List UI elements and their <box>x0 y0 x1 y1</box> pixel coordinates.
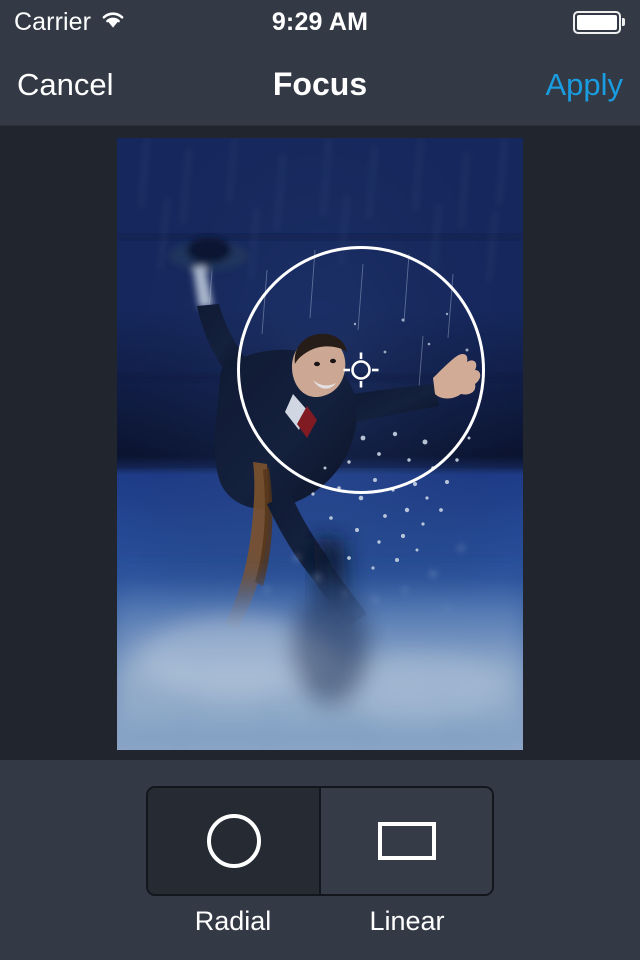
segment-radial[interactable] <box>148 788 319 894</box>
segment-label-linear: Linear <box>369 906 445 936</box>
battery-full-icon <box>572 0 625 44</box>
segment-label-radial: Radial <box>194 906 272 936</box>
focus-mode-segmented-control[interactable] <box>146 786 494 896</box>
apply-button[interactable]: Apply <box>545 44 623 125</box>
status-bar-clock: 9:29 AM <box>271 7 369 36</box>
focus-mode-toolbar: Radial Linear <box>0 760 640 960</box>
app-screen: Carrier 9:29 AM Cancel Focus Apply Radia… <box>0 0 640 960</box>
segment-linear[interactable] <box>319 788 492 894</box>
navigation-bar: Cancel Focus Apply <box>0 44 640 126</box>
circle-icon <box>206 814 261 868</box>
page-title: Focus <box>272 66 368 102</box>
crosshair-icon[interactable] <box>343 352 379 388</box>
rectangle-icon <box>377 822 436 860</box>
segment-label-row: Radial Linear <box>146 906 494 937</box>
status-bar: Carrier 9:29 AM <box>0 0 640 44</box>
photo-canvas-area[interactable] <box>0 126 640 760</box>
